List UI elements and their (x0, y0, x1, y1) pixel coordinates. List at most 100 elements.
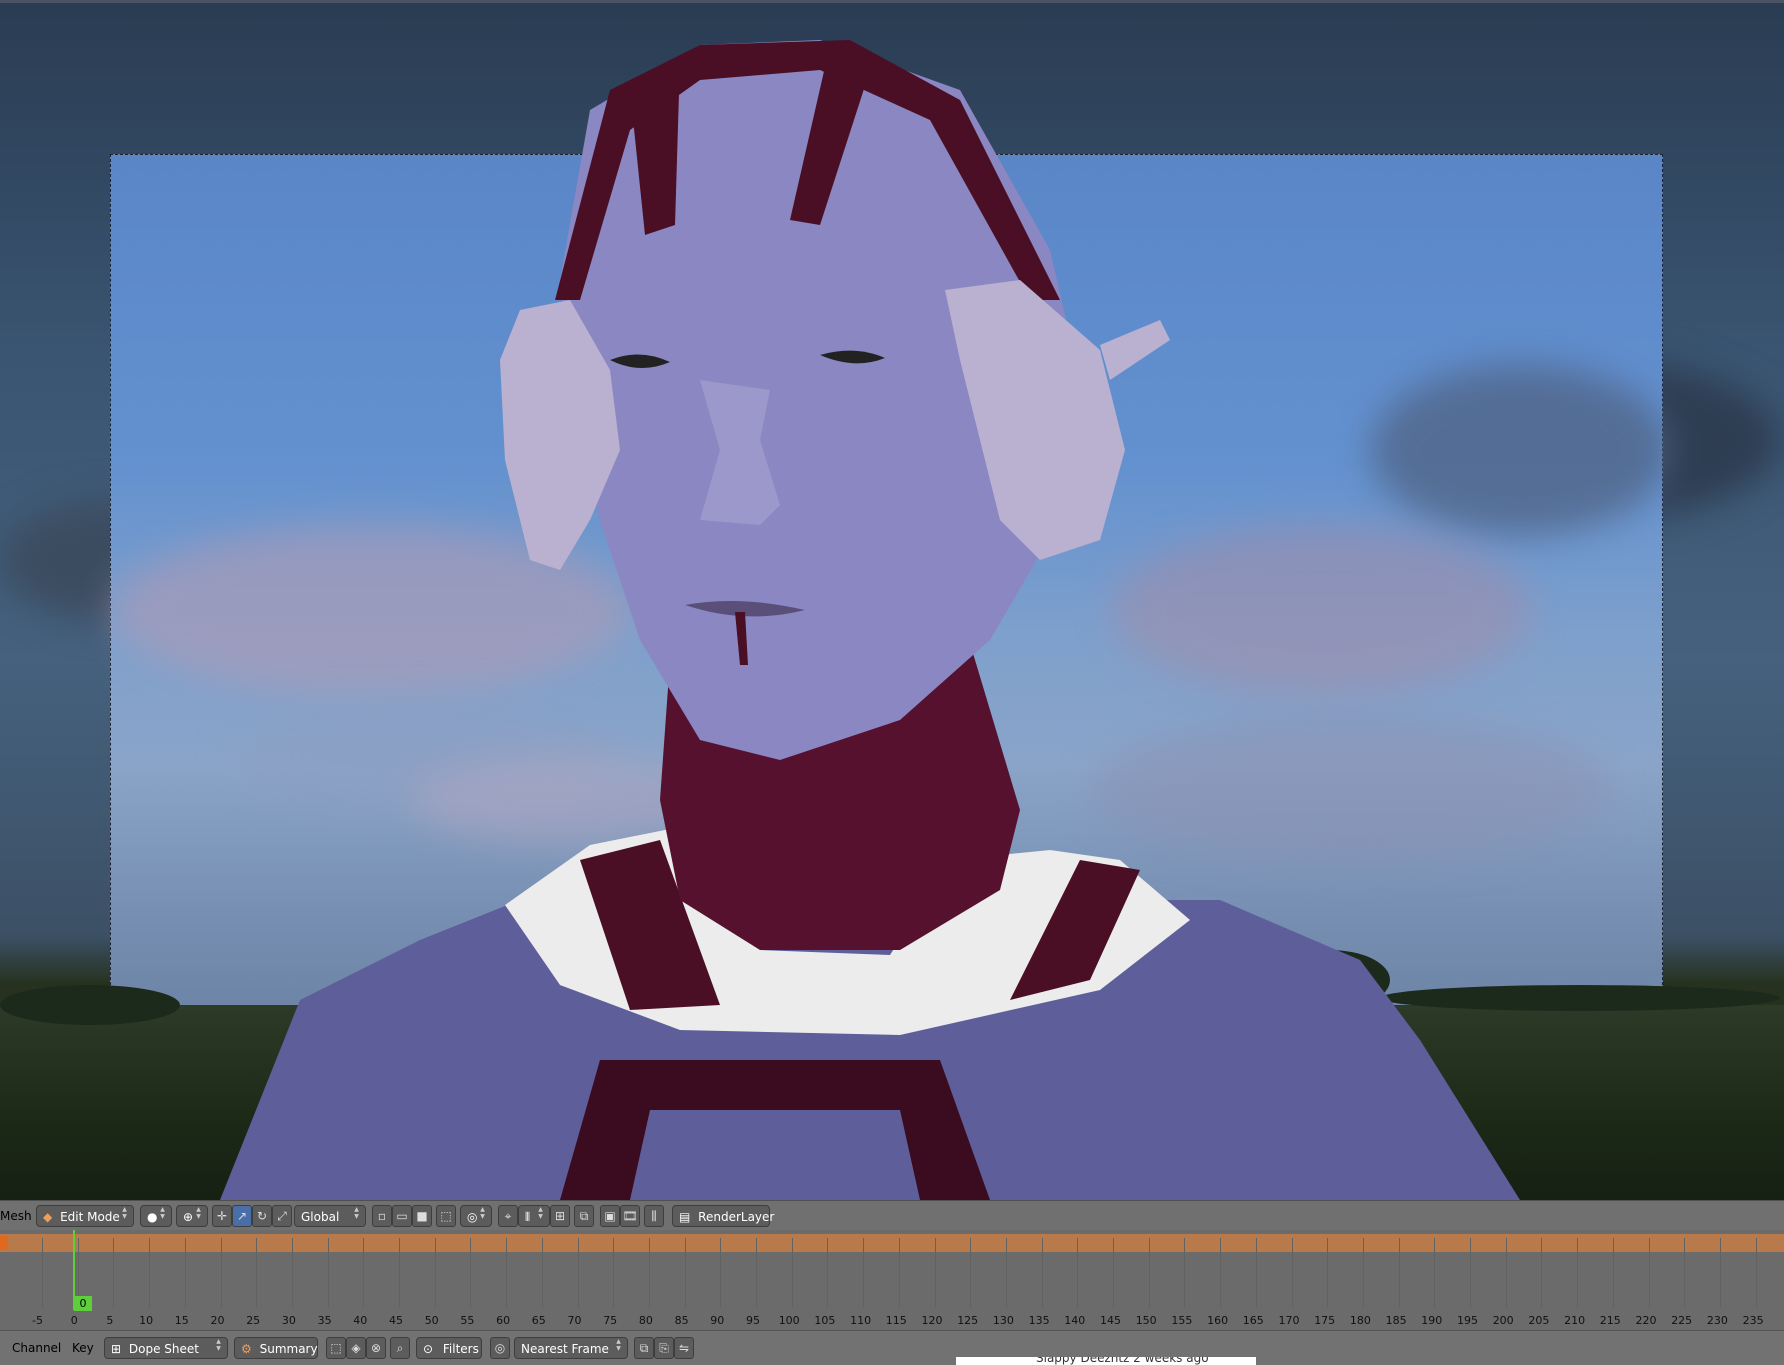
timeline-gridline (327, 1238, 329, 1308)
timeline-gridline (1612, 1238, 1614, 1308)
timeline-gridline (1327, 1238, 1329, 1308)
timeline-gridline (756, 1238, 757, 1308)
timeline-gridline (1220, 1238, 1222, 1308)
face-select-icon[interactable]: ■ (412, 1205, 432, 1227)
timeline-gridline (291, 1238, 293, 1308)
timeline-scrollbar[interactable] (12, 1314, 1780, 1326)
snap-element-icon: ⫴ (525, 1210, 531, 1224)
timeline-gridline (863, 1238, 865, 1308)
timeline-gridline (399, 1238, 400, 1308)
summary-channel-marker (0, 1236, 8, 1250)
manipulator-toggle-icon[interactable]: ✛ (212, 1205, 232, 1227)
snap-element-dropdown[interactable]: ⫴ (518, 1205, 550, 1227)
channel-menu[interactable]: Channel (12, 1333, 61, 1363)
timeline-gridline (1362, 1238, 1364, 1308)
timeline-gridline (363, 1238, 365, 1308)
paste-keyframes-icon[interactable]: ⎘ (654, 1337, 674, 1359)
paste-flipped-icon[interactable]: ⇋ (674, 1337, 694, 1359)
3d-view-header: Mesh ◆ Edit Mode ● ⊕ ✛ ↗ ↻ ⤢ Global ▫ ▭ … (0, 1200, 1784, 1231)
timeline-gridline (1148, 1238, 1150, 1308)
vertex-select-icon[interactable]: ▫ (372, 1205, 392, 1227)
timeline-gridline (1505, 1238, 1507, 1308)
timeline-gridline (648, 1238, 650, 1308)
3d-viewport[interactable] (0, 0, 1784, 1200)
mesh-menu[interactable]: Mesh (0, 1201, 32, 1231)
timeline-gridline (1470, 1238, 1471, 1308)
copy-keyframes-icon[interactable]: ⧉ (634, 1337, 654, 1359)
render-image-icon[interactable]: ▣ (600, 1205, 620, 1227)
character-ear-spike (1100, 320, 1170, 380)
auto-snap-label: Nearest Frame (521, 1342, 609, 1356)
summary-channel-bar (0, 1234, 1784, 1252)
timeline-gridline (1434, 1238, 1436, 1308)
occlude-geometry-icon[interactable]: ⬚ (436, 1205, 456, 1227)
character-model[interactable] (0, 0, 1784, 1200)
timeline-gridline (1719, 1238, 1721, 1308)
timeline-gridline (256, 1238, 258, 1308)
timeline-gridline (1541, 1238, 1543, 1308)
timeline-gridline (434, 1238, 436, 1308)
timeline-gridline (1255, 1238, 1257, 1308)
only-selected-icon[interactable]: ⬚ (326, 1337, 346, 1359)
timeline-gridline (470, 1238, 472, 1308)
timeline-gridline (42, 1238, 43, 1308)
search-icon[interactable]: ⌕ (390, 1337, 410, 1359)
timeline-gridline (184, 1238, 186, 1308)
dopesheet-mode-dropdown[interactable]: ⊞ Dope Sheet (104, 1337, 228, 1359)
dope-sheet-header: Channel Key ⊞ Dope Sheet ⚙ Summary ⬚ ◈ ⊗… (0, 1330, 1784, 1365)
proportional-edit-dropdown[interactable]: ◎ (460, 1205, 492, 1227)
only-errors-icon[interactable]: ⊗ (366, 1337, 386, 1359)
timeline-gridline (577, 1238, 579, 1308)
scale-manipulator-icon[interactable]: ⤢ (272, 1205, 292, 1227)
timeline-gridline (1113, 1238, 1114, 1308)
viewport-shading-dropdown[interactable]: ● (140, 1205, 172, 1227)
timeline-gridline (506, 1238, 508, 1308)
auto-snap-dropdown[interactable]: Nearest Frame (514, 1337, 628, 1359)
render-layer-dropdown[interactable]: ▤ RenderLayer (672, 1205, 774, 1227)
timeline-gridline (827, 1238, 829, 1308)
key-menu[interactable]: Key (72, 1333, 94, 1363)
timeline-gridline (613, 1238, 615, 1308)
timeline-gridline (1648, 1238, 1650, 1308)
render-layer-label: RenderLayer (698, 1210, 775, 1224)
transform-orientation-label: Global (301, 1210, 340, 1224)
dopesheet-mode-label: Dope Sheet (128, 1342, 199, 1356)
auto-snap-icon[interactable]: ◎ (490, 1337, 510, 1359)
mirror-icon[interactable]: ⧉ (574, 1205, 594, 1227)
edge-select-icon[interactable]: ▭ (392, 1205, 412, 1227)
timeline-gridline (149, 1238, 151, 1308)
shading-sphere-icon: ● (147, 1210, 158, 1224)
summary-label: Summary (259, 1342, 318, 1356)
current-frame-indicator[interactable]: 0 (74, 1296, 92, 1311)
layers-icon[interactable]: ⫼ (644, 1205, 664, 1227)
filters-button[interactable]: ⊙ Filters (416, 1337, 482, 1359)
current-frame-value: 0 (79, 1297, 87, 1310)
timeline-gridline (1041, 1238, 1043, 1308)
edit-mode-icon: ◆ (43, 1210, 53, 1224)
mode-dropdown[interactable]: ◆ Edit Mode (36, 1205, 134, 1227)
timeline-gridline (1684, 1238, 1686, 1308)
timeline-gridline (1577, 1238, 1579, 1308)
summary-toggle[interactable]: ⚙ Summary (234, 1337, 318, 1359)
filters-label: Filters (442, 1342, 479, 1356)
transform-orientation-dropdown[interactable]: Global (294, 1205, 366, 1227)
timeline-gridline (791, 1238, 793, 1308)
summary-icon: ⚙ (241, 1342, 252, 1356)
render-animation-icon[interactable]: 🎞 (620, 1205, 640, 1227)
proportional-edit-icon: ◎ (467, 1210, 478, 1224)
snap-target-icon[interactable]: ⊞ (550, 1205, 570, 1227)
timeline-gridline (934, 1238, 936, 1308)
snap-toggle-icon[interactable]: ⌖ (498, 1205, 518, 1227)
mode-dropdown-label: Edit Mode (60, 1210, 120, 1224)
rotate-manipulator-icon[interactable]: ↻ (252, 1205, 272, 1227)
timeline-gridline (1005, 1238, 1007, 1308)
pivot-point-dropdown[interactable]: ⊕ (176, 1205, 208, 1227)
timeline-gridline (1077, 1238, 1079, 1308)
dopesheet-icon: ⊞ (111, 1342, 122, 1356)
render-layer-icon: ▤ (679, 1210, 691, 1224)
timeline-gridline (970, 1238, 972, 1308)
timeline-gridline (684, 1238, 686, 1308)
show-hidden-icon[interactable]: ◈ (346, 1337, 366, 1359)
timeline-gridline (1184, 1238, 1186, 1308)
translate-manipulator-icon[interactable]: ↗ (232, 1205, 252, 1227)
